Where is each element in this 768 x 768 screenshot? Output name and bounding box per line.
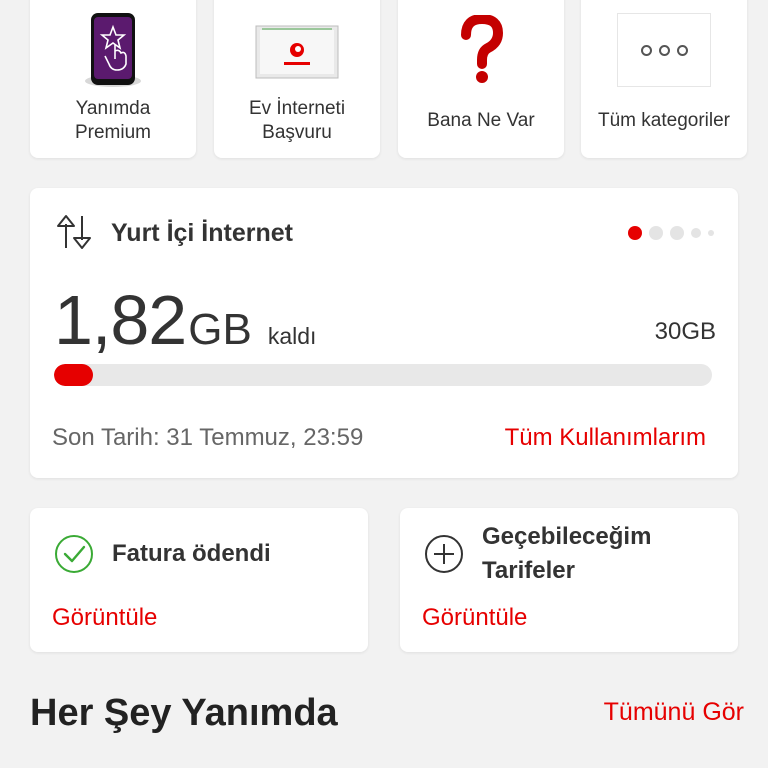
vodafone-modem-icon xyxy=(214,6,380,94)
bill-view-link[interactable]: Görüntüle xyxy=(52,604,157,632)
usage-title: Yurt İçi İnternet xyxy=(111,219,293,247)
carousel-dot[interactable] xyxy=(628,226,642,240)
category-label: Yanımda Premium xyxy=(74,98,151,143)
tariffs-view-link[interactable]: Görüntüle xyxy=(422,604,527,632)
category-yanimda-premium[interactable]: Yanımda Premium xyxy=(30,0,196,158)
category-label: Bana Ne Var xyxy=(427,110,535,131)
total-quota: 30GB xyxy=(654,318,716,345)
see-all-link[interactable]: Tümünü Gör xyxy=(604,698,744,727)
more-dots-icon xyxy=(581,6,747,94)
remaining-suffix: kaldı xyxy=(267,323,317,349)
tariffs-card[interactable]: Geçebileceğim Tarifeler Görüntüle xyxy=(400,508,738,652)
data-transfer-icon xyxy=(57,215,91,249)
usage-card[interactable]: Yurt İçi İnternet 1,82 GB kaldı 30GB Son… xyxy=(30,188,738,478)
carousel-dot[interactable] xyxy=(649,226,663,240)
all-usage-link[interactable]: Tüm Kullanımlarım xyxy=(505,424,706,452)
check-circle-icon xyxy=(55,535,93,573)
category-tum-kategoriler[interactable]: Tüm kategoriler xyxy=(581,0,747,158)
carousel-dot[interactable] xyxy=(708,230,714,236)
premium-phone-icon xyxy=(30,6,196,94)
remaining-value: 1,82 xyxy=(54,281,187,359)
remaining-amount: 1,82 GB kaldı xyxy=(54,280,316,360)
carousel-dots[interactable] xyxy=(628,226,714,240)
bill-status-title: Fatura ödendi xyxy=(112,540,271,567)
tariffs-title: Geçebileceğim Tarifeler xyxy=(482,523,652,584)
section-title: Her Şey Yanımda xyxy=(30,692,338,734)
usage-progress-bar xyxy=(54,364,712,386)
carousel-dot[interactable] xyxy=(691,228,701,238)
carousel-dot[interactable] xyxy=(670,226,684,240)
category-label: Ev İnterneti Başvuru xyxy=(248,98,346,143)
red-question-mark-icon xyxy=(398,6,564,94)
category-ev-interneti[interactable]: Ev İnterneti Başvuru xyxy=(214,0,380,158)
category-bana-ne-var[interactable]: Bana Ne Var xyxy=(398,0,564,158)
plus-circle-icon xyxy=(425,535,463,573)
usage-progress-fill xyxy=(54,364,94,386)
category-label: Tüm kategoriler xyxy=(598,110,730,131)
deadline-text: Son Tarih: 31 Temmuz, 23:59 xyxy=(52,424,364,451)
bill-card[interactable]: Fatura ödendi Görüntüle xyxy=(30,508,368,652)
remaining-unit: GB xyxy=(188,305,252,354)
